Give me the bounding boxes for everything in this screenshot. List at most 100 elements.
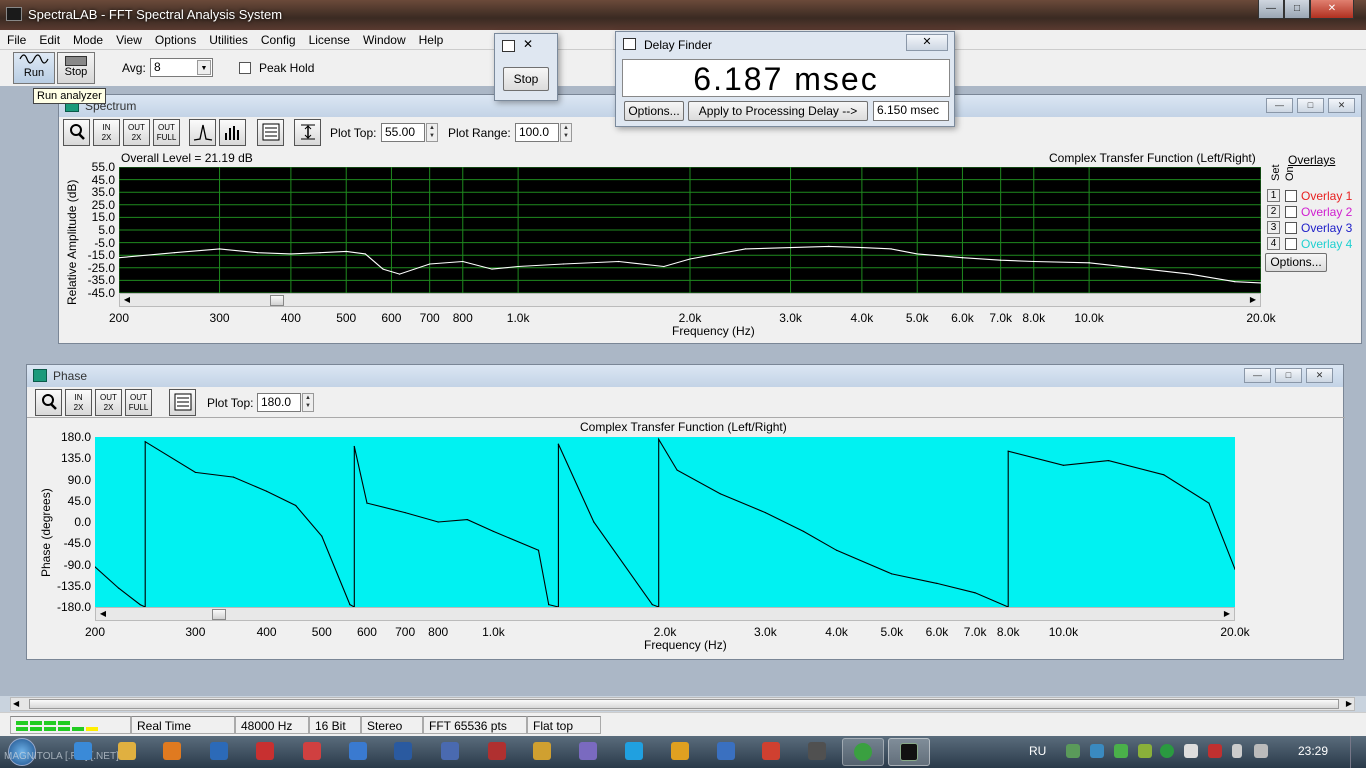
app-icon-1[interactable] — [210, 742, 228, 760]
phase-properties-button[interactable] — [169, 389, 196, 416]
menu-options[interactable]: Options — [148, 30, 202, 47]
menu-view[interactable]: View — [109, 30, 148, 47]
stop-toolbar-button[interactable]: Stop — [57, 52, 95, 84]
phase-scroll-thumb[interactable] — [212, 609, 226, 620]
plot-range-input[interactable]: 100.0 — [515, 123, 559, 142]
stop-dialog-close-icon[interactable]: ✕ — [523, 37, 533, 51]
spectrum-plot[interactable] — [119, 167, 1261, 293]
scroll-right-arrow-icon[interactable]: ▶ — [1247, 294, 1259, 306]
line-plot-button[interactable] — [189, 119, 216, 146]
menu-window[interactable]: Window — [356, 30, 412, 47]
app-icon-10[interactable] — [808, 742, 826, 760]
taskbar-spectralab-button[interactable] — [888, 738, 930, 766]
skype-icon[interactable] — [625, 742, 643, 760]
flag-icon[interactable] — [1184, 744, 1198, 758]
app-icon-6[interactable] — [533, 742, 551, 760]
app-icon-8[interactable] — [671, 742, 689, 760]
spectrum-maximize-button[interactable]: □ — [1297, 98, 1324, 113]
media-player-icon[interactable] — [163, 742, 181, 760]
run-button[interactable]: Run — [13, 52, 55, 84]
minimize-button[interactable]: — — [1258, 0, 1284, 19]
menu-utilities[interactable]: Utilities — [202, 30, 254, 47]
overlay-on-checkbox[interactable] — [1285, 206, 1297, 218]
app-icon-7[interactable] — [579, 742, 597, 760]
plot-range-spinner[interactable]: ▲ ▼ — [560, 123, 572, 142]
tray-icon-3[interactable] — [1114, 744, 1128, 758]
signal-icon[interactable] — [1208, 744, 1222, 758]
scroll-left-arrow-icon[interactable]: ◀ — [13, 698, 19, 710]
phase-zoom-out-2x-button[interactable]: OUT 2X — [95, 389, 122, 416]
phase-plot-top-input[interactable]: 180.0 — [257, 393, 301, 412]
spectrum-close-button[interactable]: ✕ — [1328, 98, 1355, 113]
overlay-on-checkbox[interactable] — [1285, 222, 1297, 234]
show-desktop-button[interactable] — [1350, 736, 1366, 768]
properties-button[interactable] — [257, 119, 284, 146]
rev-icon[interactable] — [394, 742, 412, 760]
overlay-on-checkbox[interactable] — [1285, 238, 1297, 250]
zoom-in-2x-button[interactable]: IN 2X — [93, 119, 120, 146]
chrome-icon[interactable] — [762, 742, 780, 760]
tray-icon-4[interactable] — [1138, 744, 1152, 758]
clock[interactable]: 23:29 — [1298, 744, 1328, 758]
delay-options-button[interactable]: Options... — [624, 101, 684, 121]
battery-icon[interactable] — [1232, 744, 1242, 758]
processing-delay-value[interactable]: 6.150 msec — [873, 101, 949, 121]
spectrum-minimize-button[interactable]: — — [1266, 98, 1293, 113]
phase-maximize-button[interactable]: □ — [1275, 368, 1302, 383]
app-icon-2[interactable] — [256, 742, 274, 760]
app-icon-5[interactable] — [488, 742, 506, 760]
taskbar-utorrent-button[interactable] — [842, 738, 884, 766]
ie-icon[interactable] — [74, 742, 92, 760]
phase-zoom-in-2x-button[interactable]: IN 2X — [65, 389, 92, 416]
app-icon-3[interactable] — [349, 742, 367, 760]
scroll-right-arrow-icon[interactable]: ▶ — [1346, 698, 1352, 710]
mdi-scroll-thumb[interactable] — [29, 699, 1339, 709]
zoom-magnifier-button[interactable] — [63, 119, 90, 146]
overlay-set-button[interactable]: 4 — [1267, 237, 1280, 250]
app-icon-4[interactable] — [441, 742, 459, 760]
language-indicator[interactable]: RU — [1029, 744, 1046, 758]
overlay-set-button[interactable]: 2 — [1267, 205, 1280, 218]
menu-help[interactable]: Help — [412, 30, 450, 47]
scroll-left-arrow-icon[interactable]: ◀ — [97, 608, 109, 620]
tray-icon-1[interactable] — [1066, 744, 1080, 758]
avg-select[interactable]: 8 ▼ — [150, 58, 213, 77]
overlay-on-checkbox[interactable] — [1285, 190, 1297, 202]
menu-config[interactable]: Config — [254, 30, 302, 47]
scroll-right-arrow-icon[interactable]: ▶ — [1221, 608, 1233, 620]
menu-edit[interactable]: Edit — [32, 30, 66, 47]
overlay-options-button[interactable]: Options... — [1265, 253, 1327, 272]
volume-icon[interactable] — [1254, 744, 1268, 758]
spectrum-scroll-thumb[interactable] — [270, 295, 284, 306]
spectrum-plot-top-input[interactable]: 55.00 — [381, 123, 425, 142]
autoscale-button[interactable] — [294, 119, 321, 146]
menu-file[interactable]: File — [0, 30, 32, 47]
folder-icon[interactable] — [118, 742, 136, 760]
overlay-set-button[interactable]: 1 — [1267, 189, 1280, 202]
bar-plot-button[interactable] — [219, 119, 246, 146]
phase-zoom-out-full-button[interactable]: OUT FULL — [125, 389, 152, 416]
phase-plot[interactable] — [95, 437, 1235, 607]
zoom-out-full-button[interactable]: OUT FULL — [153, 119, 180, 146]
scroll-left-arrow-icon[interactable]: ◀ — [121, 294, 133, 306]
phase-horizontal-scrollbar[interactable]: ◀ ▶ — [95, 607, 1235, 621]
zoom-out-2x-button[interactable]: OUT 2X — [123, 119, 150, 146]
spectrum-horizontal-scrollbar[interactable]: ◀ ▶ — [119, 293, 1261, 307]
apply-processing-delay-button[interactable]: Apply to Processing Delay --> — [688, 101, 868, 121]
stop-button[interactable]: Stop — [503, 67, 549, 91]
phase-minimize-button[interactable]: — — [1244, 368, 1271, 383]
maximize-button[interactable]: □ — [1284, 0, 1310, 19]
delay-finder-close-button[interactable]: ✕ — [906, 34, 948, 51]
tray-utorrent-icon[interactable] — [1160, 744, 1174, 758]
peak-hold-checkbox[interactable] — [239, 62, 251, 74]
close-button[interactable]: ✕ — [1310, 0, 1354, 19]
mdi-horizontal-scrollbar[interactable]: ◀ ▶ — [10, 697, 1355, 711]
app-icon-9[interactable] — [717, 742, 735, 760]
pdf-icon[interactable] — [303, 742, 321, 760]
tray-icon-2[interactable] — [1090, 744, 1104, 758]
menu-mode[interactable]: Mode — [66, 30, 109, 47]
phase-zoom-magnifier-button[interactable] — [35, 389, 62, 416]
overlay-set-button[interactable]: 3 — [1267, 221, 1280, 234]
phase-plot-top-spinner[interactable]: ▲ ▼ — [302, 393, 314, 412]
phase-close-button[interactable]: ✕ — [1306, 368, 1333, 383]
